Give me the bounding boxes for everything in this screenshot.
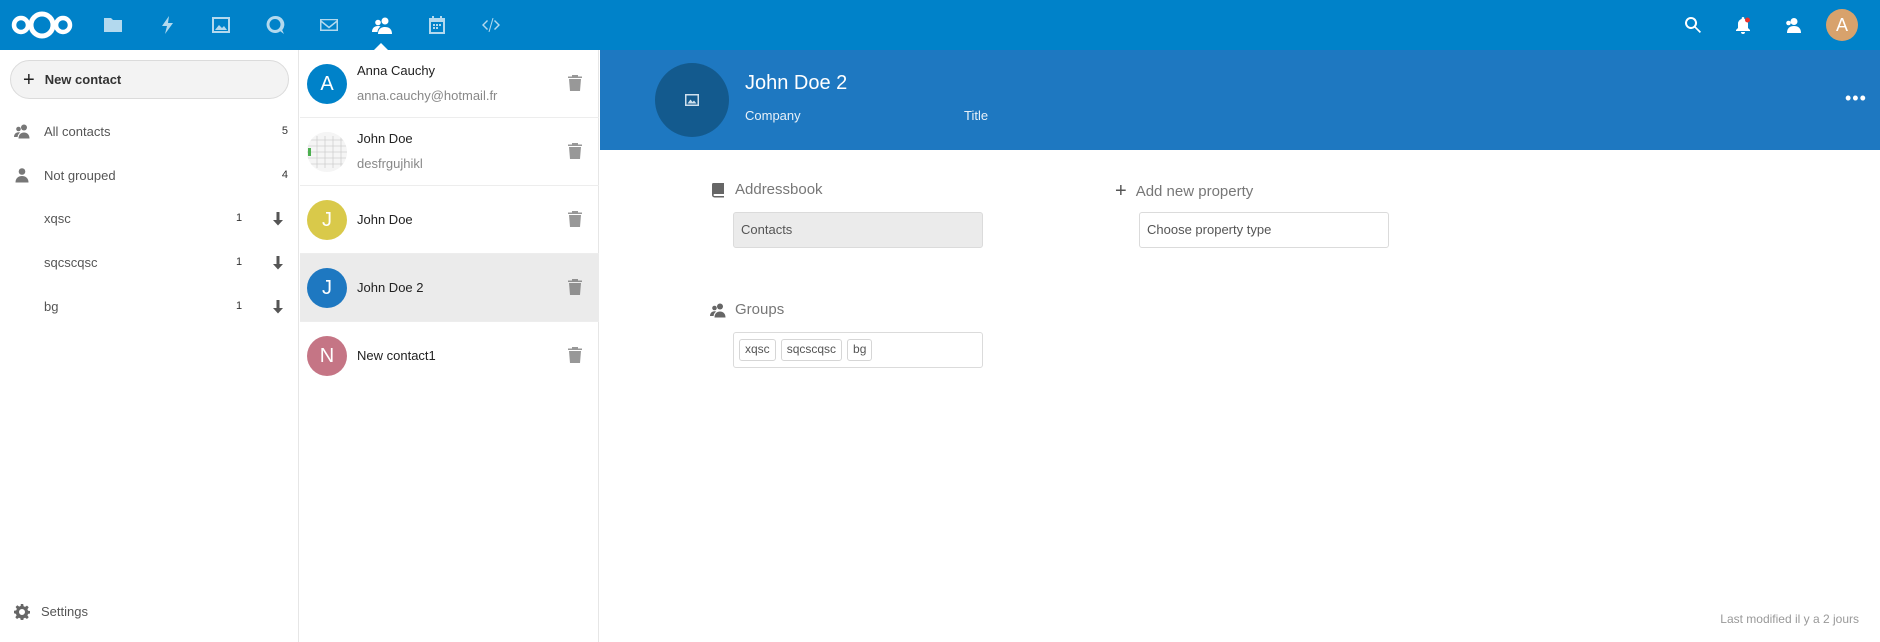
last-modified-text: Last modified il y a 2 jours [1720, 612, 1859, 626]
contact-name: Anna Cauchy [357, 63, 436, 78]
contact-avatar: J [307, 200, 347, 240]
group-tag[interactable]: xqsc [739, 339, 776, 361]
group-item-bg[interactable]: bg 1 [0, 285, 298, 329]
files-app-icon[interactable] [98, 10, 128, 40]
contact-details-header: John Doe 2 Company Title ••• [600, 50, 1880, 150]
download-icon[interactable] [268, 253, 288, 273]
contact-avatar: N [307, 336, 347, 376]
trash-icon[interactable] [568, 75, 586, 93]
addressbook-label: Addressbook [735, 181, 823, 198]
contact-item-john-doe-2[interactable]: J John Doe 2 [300, 254, 599, 322]
add-property-section[interactable]: + Add new property [1115, 181, 1253, 201]
trash-icon[interactable] [568, 347, 586, 365]
contact-avatar: J [307, 268, 347, 308]
app-navigation: + New contact All contacts 5 Not grouped… [0, 50, 299, 642]
contact-full-name[interactable]: John Doe 2 [745, 72, 847, 95]
nav-all-contacts-label: All contacts [44, 123, 111, 139]
addressbook-section-label: Addressbook [710, 181, 823, 198]
group-label: xqsc [44, 211, 71, 226]
more-options-icon[interactable]: ••• [1845, 88, 1867, 109]
contacts-app-icon[interactable] [367, 10, 397, 40]
image-placeholder-icon [685, 94, 699, 106]
contact-details: John Doe 2 Company Title ••• Addressbook… [600, 50, 1880, 642]
group-count: 1 [236, 300, 243, 312]
group-item-xqsc[interactable]: xqsc 1 [0, 197, 298, 241]
group-label: sqcscqsc [44, 255, 98, 270]
calendar-app-icon[interactable] [422, 10, 452, 40]
book-icon [711, 182, 724, 197]
groups-label: Groups [735, 301, 785, 318]
nav-all-contacts-count: 5 [281, 125, 288, 137]
add-property-label: Add new property [1135, 182, 1254, 200]
group-count: 1 [236, 212, 243, 224]
active-app-indicator [374, 43, 388, 50]
search-icon[interactable] [1680, 12, 1706, 38]
property-type-select[interactable]: Choose property type [1139, 212, 1389, 248]
contacts-menu-icon[interactable] [1780, 12, 1806, 38]
contact-item-new-contact1[interactable]: N New contact1 [300, 322, 599, 390]
group-item-sqcscqsc[interactable]: sqcscqsc 1 [0, 241, 298, 285]
nav-all-contacts[interactable]: All contacts 5 [0, 109, 298, 153]
groups-section-label: Groups [710, 301, 784, 318]
group-count: 1 [236, 256, 243, 268]
plus-icon: + [1115, 180, 1127, 202]
user-avatar[interactable]: A [1826, 9, 1858, 41]
contacts-group-icon [710, 303, 726, 317]
top-header: A [0, 0, 1880, 50]
user-icon [14, 167, 30, 183]
groups-multiselect[interactable]: xqsc sqcscqsc bg [733, 332, 983, 368]
contact-email: anna.cauchy@hotmail.fr [357, 88, 498, 103]
notifications-bell-icon[interactable] [1730, 12, 1756, 38]
trash-icon[interactable] [568, 211, 586, 229]
gallery-app-icon[interactable] [206, 10, 236, 40]
company-field[interactable]: Company [745, 108, 801, 123]
download-icon[interactable] [268, 297, 288, 317]
settings-button[interactable]: Settings [0, 590, 298, 634]
gear-icon [14, 604, 31, 621]
nextcloud-logo[interactable] [10, 8, 74, 42]
contact-avatar-photo [307, 132, 347, 172]
plus-icon: + [23, 68, 35, 91]
mail-app-icon[interactable] [314, 10, 344, 40]
settings-label: Settings [41, 604, 88, 619]
activity-app-icon[interactable] [153, 10, 183, 40]
contact-item-anna-cauchy[interactable]: A Anna Cauchy anna.cauchy@hotmail.fr [300, 50, 599, 118]
group-tag[interactable]: sqcscqsc [780, 339, 843, 361]
group-label: bg [44, 299, 59, 314]
contact-name: John Doe [357, 131, 413, 146]
trash-icon[interactable] [568, 143, 586, 161]
contact-photo-upload[interactable] [655, 63, 729, 137]
contact-name: John Doe [357, 212, 413, 227]
contact-subtitle: desfrgujhikl [357, 156, 423, 171]
nav-not-grouped-count: 4 [281, 169, 288, 181]
nav-not-grouped-label: Not grouped [44, 167, 116, 183]
download-icon[interactable] [268, 209, 288, 229]
talk-app-icon[interactable] [260, 10, 290, 40]
trash-icon[interactable] [568, 279, 586, 297]
contact-name: New contact1 [357, 348, 436, 363]
code-app-icon[interactable] [476, 10, 506, 40]
contacts-list: A Anna Cauchy anna.cauchy@hotmail.fr Joh… [300, 50, 599, 642]
new-contact-button[interactable]: + New contact [10, 60, 289, 99]
addressbook-select[interactable]: Contacts [733, 212, 983, 248]
contacts-group-icon [14, 123, 30, 139]
contact-avatar: A [307, 64, 347, 104]
group-tag[interactable]: bg [847, 339, 873, 361]
contact-item-john-doe[interactable]: J John Doe [300, 186, 599, 254]
title-field[interactable]: Title [964, 108, 988, 123]
new-contact-label: New contact [44, 72, 122, 87]
nav-not-grouped[interactable]: Not grouped 4 [0, 153, 298, 197]
contact-item-john-doe-photo[interactable]: John Doe desfrgujhikl [300, 118, 599, 186]
contact-name: John Doe 2 [357, 280, 424, 295]
